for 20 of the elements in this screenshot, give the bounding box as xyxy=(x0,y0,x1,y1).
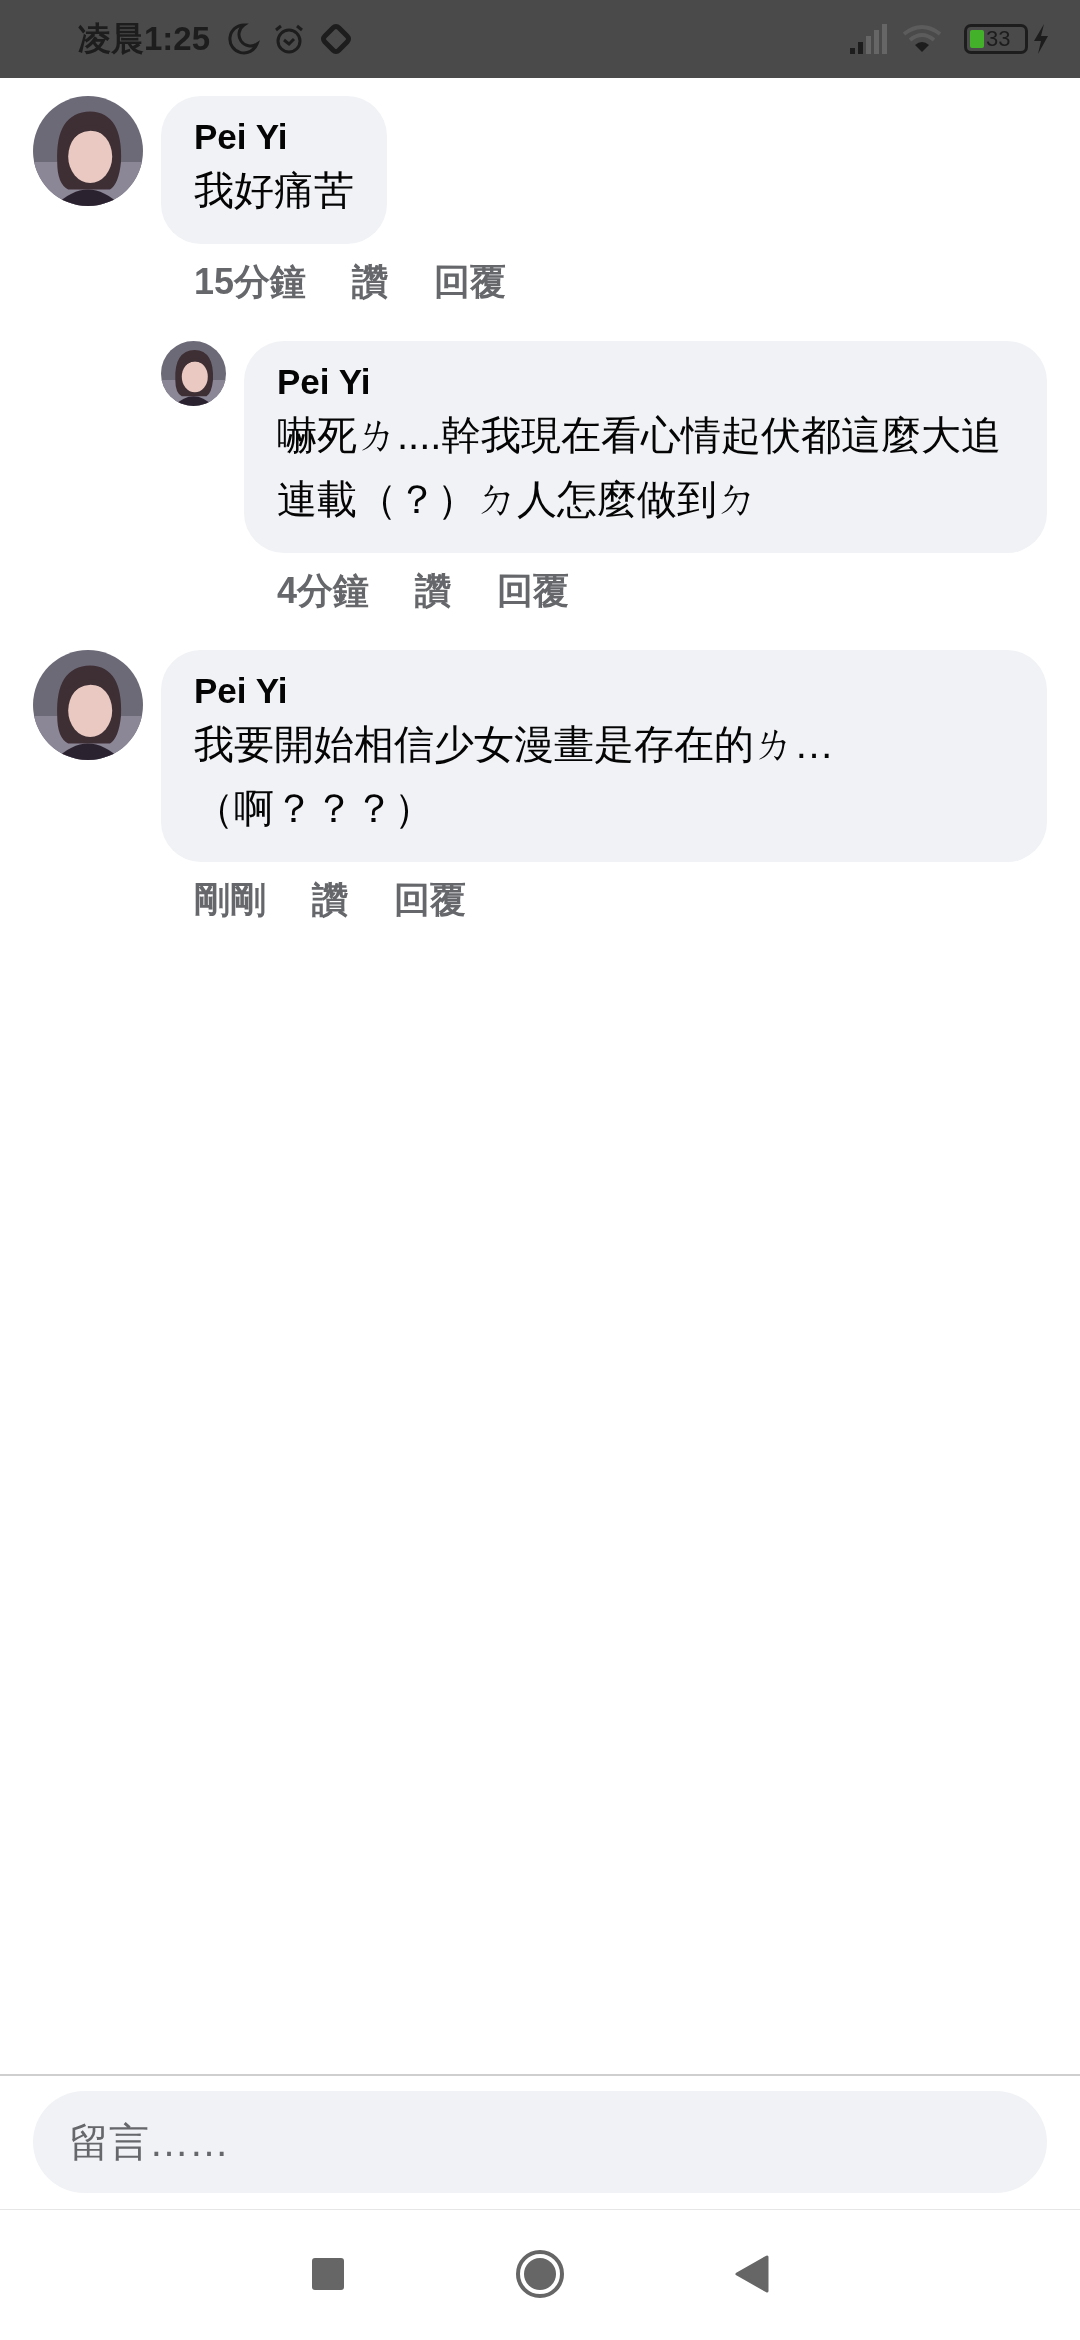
moon-icon xyxy=(226,22,261,56)
comment-time: 剛剛 xyxy=(194,878,266,922)
like-button[interactable]: 讚 xyxy=(415,567,452,616)
reply-button[interactable]: 回覆 xyxy=(497,567,570,616)
author-name: Pei Yi xyxy=(277,361,372,403)
signal-icon xyxy=(850,24,890,54)
like-button[interactable]: 讚 xyxy=(352,258,389,307)
reply-button[interactable]: 回覆 xyxy=(434,258,507,307)
author-name: Pei Yi xyxy=(194,670,289,712)
comment-time: 15分鐘 xyxy=(194,260,307,304)
wifi-icon xyxy=(902,24,942,54)
comment-text: 我要開始相信少女漫畫是存在的ㄌ…（啊？？？） xyxy=(194,721,835,832)
comment-text: 我好痛苦 xyxy=(194,167,354,214)
comment-field[interactable]: 留言…… xyxy=(33,2091,1047,2193)
comment-time: 4分鐘 xyxy=(277,569,370,613)
like-button[interactable]: 讚 xyxy=(312,876,348,925)
comment-text: 嚇死ㄌ....幹我現在看心情起伏都這麼大追連載（？）ㄉ人怎麼做到ㄉ xyxy=(277,412,1003,523)
charging-icon xyxy=(1032,24,1050,54)
author-name: Pei Yi xyxy=(194,116,289,158)
reply-button[interactable]: 回覆 xyxy=(394,876,466,925)
